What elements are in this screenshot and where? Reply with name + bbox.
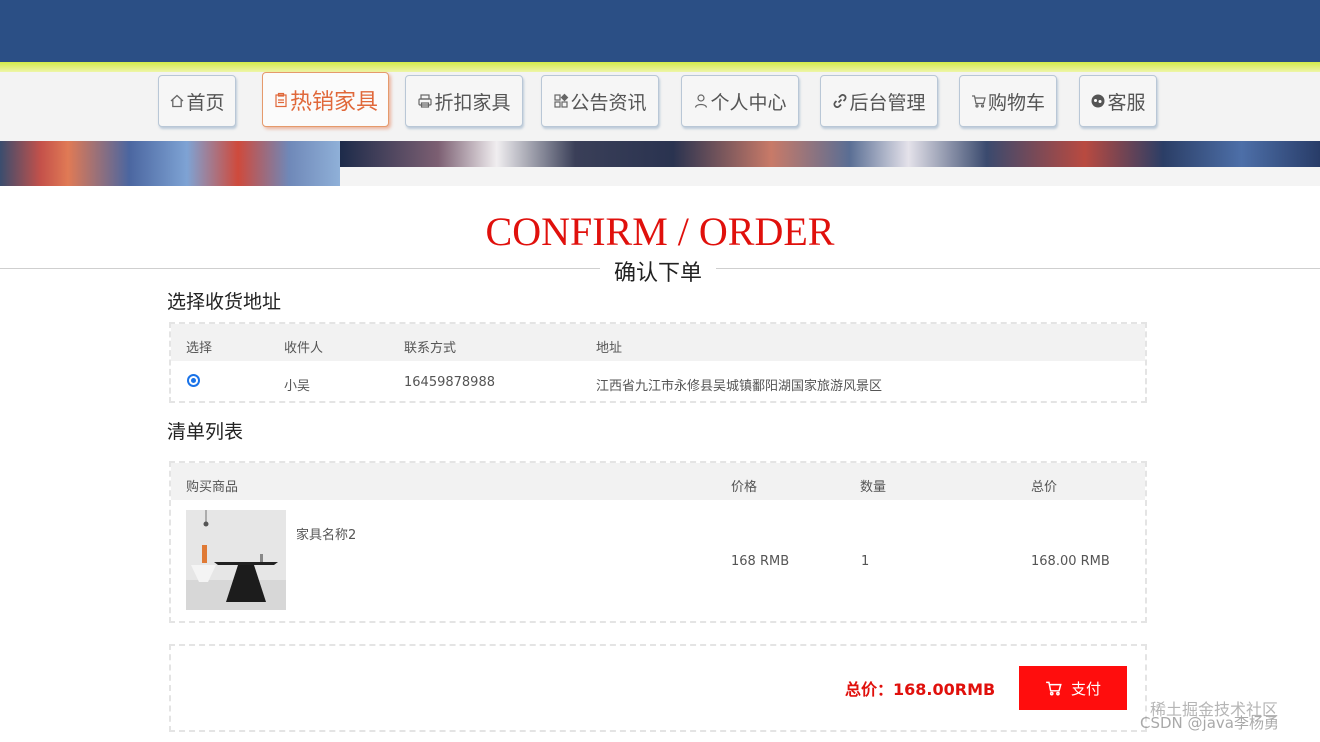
- nav-item-personal-center[interactable]: 个人中心: [681, 75, 799, 127]
- nav-item-home[interactable]: 首页: [158, 75, 236, 127]
- nav-item-label: 个人中心: [710, 91, 787, 114]
- header-select: 选择: [186, 341, 213, 356]
- nav-item-label: 热销家具: [289, 89, 378, 115]
- site-header-bar: [0, 0, 1320, 62]
- link-icon: [832, 93, 848, 109]
- product-name[interactable]: 家具名称2: [296, 524, 356, 543]
- product-image[interactable]: [186, 510, 286, 610]
- header-contact: 联系方式: [404, 341, 457, 356]
- nav-item-cart[interactable]: 购物车: [959, 75, 1057, 127]
- cart-icon: [1046, 681, 1062, 696]
- header-receiver: 收件人: [284, 341, 324, 356]
- pay-button[interactable]: 支付: [1019, 666, 1127, 710]
- page-subtitle: 确认下单: [600, 255, 716, 287]
- order-total: 总价：168.00RMB: [845, 680, 996, 699]
- hero-banner: [0, 141, 1320, 186]
- nav-item-label: 公告资讯: [570, 91, 647, 114]
- address-table-header: 选择 收件人 联系方式 地址: [171, 324, 1145, 361]
- chat-icon: [1090, 93, 1106, 109]
- product-total: 168.00 RMB: [1031, 554, 1110, 569]
- order-summary: 总价：168.00RMB 支付: [169, 644, 1147, 732]
- banner-image-left: [0, 141, 340, 186]
- header-product: 购买商品: [186, 480, 239, 495]
- address-section-title: 选择收货地址: [167, 291, 282, 313]
- items-table: 购买商品 价格 数量 总价 家具名称2 168 RMB 1 168.00 RMB: [169, 461, 1147, 623]
- pay-button-label: 支付: [1070, 679, 1101, 698]
- banner-spacer: [340, 167, 1320, 186]
- watermark-csdn: CSDN @java李杨勇: [1140, 714, 1279, 732]
- header-price: 价格: [731, 480, 758, 495]
- cart-icon: [971, 93, 987, 109]
- items-section-title: 清单列表: [167, 421, 244, 443]
- user-icon: [693, 93, 709, 109]
- nav-item-discount-furniture[interactable]: 折扣家具: [405, 75, 523, 127]
- nav-item-label: 首页: [186, 91, 225, 114]
- main-nav: 首页 热销家具 折扣家具 公告资讯 个人中心 后台管理 购物车 客服: [0, 72, 1320, 141]
- header-quantity: 数量: [860, 480, 887, 495]
- nav-item-customer-service[interactable]: 客服: [1079, 75, 1157, 127]
- address-radio[interactable]: [187, 374, 200, 387]
- address-table: 选择 收件人 联系方式 地址 小吴 16459878988 江西省九江市永修县吴…: [169, 322, 1147, 403]
- nav-item-label: 折扣家具: [434, 91, 511, 114]
- page-title: CONFIRM / ORDER: [485, 209, 835, 254]
- nav-item-hot-furniture[interactable]: 热销家具: [262, 72, 389, 127]
- nav-item-label: 购物车: [987, 91, 1045, 114]
- home-icon: [169, 93, 185, 109]
- grid-icon: [553, 93, 569, 109]
- banner-image-right: [340, 141, 1320, 167]
- address-text: 江西省九江市永修县吴城镇鄱阳湖国家旅游风景区: [596, 379, 883, 394]
- header-address: 地址: [596, 341, 623, 356]
- product-price: 168 RMB: [731, 554, 790, 569]
- nav-item-label: 客服: [1107, 91, 1146, 114]
- printer-icon: [417, 93, 433, 109]
- nav-item-announcements[interactable]: 公告资讯: [541, 75, 659, 127]
- nav-item-admin[interactable]: 后台管理: [820, 75, 938, 127]
- receiver-name: 小吴: [284, 379, 311, 394]
- header-accent-stripe: [0, 62, 1320, 72]
- clipboard-icon: [273, 92, 289, 108]
- items-table-header: 购买商品 价格 数量 总价: [171, 463, 1145, 500]
- header-total: 总价: [1031, 480, 1058, 495]
- contact-phone: 16459878988: [404, 375, 495, 390]
- nav-item-label: 后台管理: [849, 91, 926, 114]
- product-quantity: 1: [861, 554, 870, 569]
